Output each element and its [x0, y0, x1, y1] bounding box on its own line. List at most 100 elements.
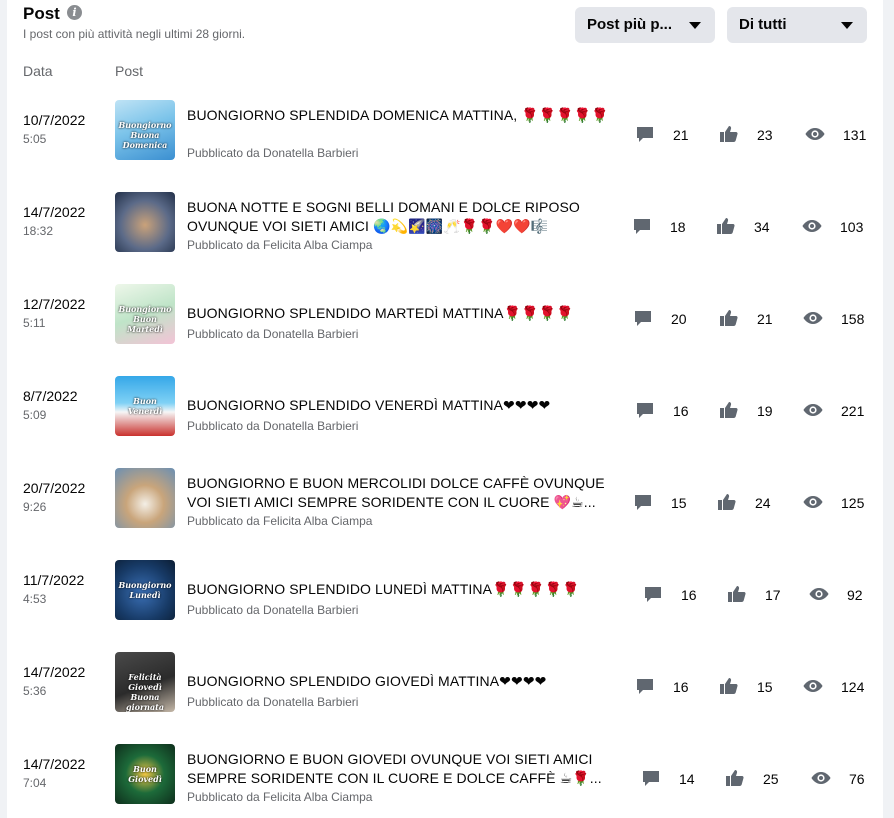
section-title: Post	[23, 4, 60, 23]
post-time: 18:32	[23, 224, 54, 238]
post-row[interactable]: 12/7/2022 5:11 Buongiorno Buon Martedì BUON…	[7, 272, 883, 364]
like-count: 24	[755, 495, 771, 511]
post-row[interactable]: 14/7/2022 5:36 Felicità Giovedì Buona gior…	[7, 640, 883, 732]
sort-dropdown[interactable]: Post più p...	[575, 7, 715, 43]
thumbs-up-icon	[717, 492, 737, 512]
comment-icon	[635, 676, 655, 696]
view-count: 125	[841, 495, 865, 511]
like-count: 23	[757, 127, 773, 143]
post-time: 7:04	[23, 776, 47, 790]
thumbnail-caption: Buongiorno Buona Domenica	[118, 120, 172, 150]
thumbs-up-icon	[719, 400, 739, 420]
post-row[interactable]: 20/7/2022 9:26 BUONGIORNO E BUON MERCOLIDI…	[7, 456, 883, 548]
post-time: 5:11	[23, 316, 46, 330]
comment-icon	[633, 308, 653, 328]
post-thumbnail[interactable]: Felicità Giovedì Buona giornata	[115, 652, 175, 712]
comment-icon	[641, 768, 661, 788]
section-subtitle: I post con più attività negli ultimi 28 …	[23, 27, 246, 41]
post-date: 14/7/2022	[23, 204, 86, 220]
comment-count: 16	[673, 403, 689, 419]
caret-down-icon	[689, 22, 701, 29]
like-count: 25	[763, 771, 779, 787]
eye-icon	[803, 308, 823, 328]
eye-icon	[811, 768, 831, 788]
post-text[interactable]: BUONGIORNO SPLENDIDA DOMENICA MATTINA, 🌹…	[187, 106, 629, 125]
eye-icon	[803, 492, 823, 512]
post-text[interactable]: BUONGIORNO E BUON MERCOLIDI DOLCE CAFFÈ …	[187, 474, 629, 512]
post-row[interactable]: 8/7/2022 5:09 Buon Venerdì BUONGIORNO SPLEN…	[7, 364, 883, 456]
post-text[interactable]: BUONGIORNO SPLENDIDO LUNEDÌ MATTINA🌹🌹🌹🌹🌹	[187, 580, 629, 599]
posts-card: Post i I post con più attività negli ult…	[7, 0, 883, 818]
post-text[interactable]: BUONGIORNO SPLENDIDO VENERDÌ MATTINA❤❤❤❤	[187, 396, 629, 415]
post-thumbnail[interactable]: Buon Giovedì	[115, 744, 175, 804]
post-date: 14/7/2022	[23, 756, 86, 772]
post-thumbnail[interactable]	[115, 468, 175, 528]
post-time: 9:26	[23, 500, 47, 514]
like-count: 21	[757, 311, 773, 327]
comment-count: 16	[673, 679, 689, 695]
comment-count: 20	[671, 311, 687, 327]
post-row[interactable]: 14/7/2022 18:32 BUONA NOTTE E SOGNI BELLI …	[7, 180, 883, 272]
post-text[interactable]: BUONGIORNO E BUON GIOVEDI OVUNQUE VOI SI…	[187, 750, 629, 788]
post-thumbnail[interactable]: Buongiorno Buona Domenica	[115, 100, 175, 160]
post-thumbnail[interactable]	[115, 192, 175, 252]
comment-icon	[635, 124, 655, 144]
post-time: 5:36	[23, 684, 47, 698]
thumbs-up-icon	[727, 584, 747, 604]
comment-icon	[643, 584, 663, 604]
post-row[interactable]: 11/7/2022 4:53 Buongiorno Lunedì BUONGIORNO…	[7, 548, 883, 640]
post-thumbnail[interactable]: Buongiorno Lunedì	[115, 560, 175, 620]
audience-dropdown[interactable]: Di tutti	[727, 7, 867, 43]
like-count: 17	[765, 587, 781, 603]
like-count: 34	[754, 219, 770, 235]
post-date: 8/7/2022	[23, 388, 78, 404]
post-author: Pubblicato da Felicita Alba Ciampa	[187, 790, 373, 804]
comment-icon	[633, 492, 653, 512]
post-row[interactable]: 10/7/2022 5:05 Buongiorno Buona Domenica BU…	[7, 88, 883, 180]
like-count: 15	[757, 679, 773, 695]
post-time: 5:09	[23, 408, 47, 422]
post-text[interactable]: BUONA NOTTE E SOGNI BELLI DOMANI E DOLCE…	[187, 198, 629, 236]
column-header-date: Data	[23, 63, 53, 79]
post-date: 14/7/2022	[23, 664, 86, 680]
thumbs-up-icon	[716, 216, 736, 236]
sort-dropdown-label: Post più p...	[587, 16, 672, 33]
comment-count: 14	[679, 771, 695, 787]
comment-count: 15	[671, 495, 687, 511]
post-date: 20/7/2022	[23, 480, 86, 496]
comment-icon	[632, 216, 652, 236]
eye-icon	[803, 676, 823, 696]
thumbnail-caption: Buongiorno Buon Martedì	[118, 304, 172, 334]
post-author: Pubblicato da Donatella Barbieri	[187, 419, 359, 433]
thumbs-up-icon	[719, 124, 739, 144]
thumbnail-caption: Felicità Giovedì Buona giornata	[125, 672, 165, 712]
post-thumbnail[interactable]: Buon Venerdì	[115, 376, 175, 436]
thumbnail-caption: Buongiorno Lunedì	[118, 580, 172, 600]
post-author: Pubblicato da Felicita Alba Ciampa	[187, 514, 373, 528]
view-count: 124	[841, 679, 865, 695]
comment-count: 21	[673, 127, 689, 143]
post-text[interactable]: BUONGIORNO SPLENDIDO MARTEDÌ MATTINA🌹🌹🌹🌹	[187, 304, 629, 323]
info-icon[interactable]: i	[67, 5, 82, 20]
post-date: 11/7/2022	[23, 572, 85, 588]
eye-icon	[805, 124, 825, 144]
comment-count: 18	[670, 219, 686, 235]
post-row[interactable]: 14/7/2022 7:04 Buon Giovedì BUONGIORNO E BU…	[7, 732, 883, 818]
eye-icon	[802, 216, 822, 236]
view-count: 103	[840, 219, 864, 235]
like-count: 19	[757, 403, 773, 419]
post-text[interactable]: BUONGIORNO SPLENDIDO GIOVEDÌ MATTINA❤❤❤❤	[187, 672, 629, 691]
post-author: Pubblicato da Felicita Alba Ciampa	[187, 238, 373, 252]
post-author: Pubblicato da Donatella Barbieri	[187, 146, 359, 160]
view-count: 76	[849, 771, 865, 787]
caret-down-icon	[841, 22, 853, 29]
thumbnail-caption: Buon Venerdì	[127, 396, 163, 416]
comment-count: 16	[681, 587, 697, 603]
column-header-post: Post	[115, 63, 144, 79]
post-author: Pubblicato da Donatella Barbieri	[187, 603, 359, 617]
thumbnail-caption: Buon Giovedì	[128, 764, 162, 784]
post-time: 4:53	[23, 592, 47, 606]
view-count: 92	[847, 587, 863, 603]
post-thumbnail[interactable]: Buongiorno Buon Martedì	[115, 284, 175, 344]
post-time: 5:05	[23, 132, 47, 146]
